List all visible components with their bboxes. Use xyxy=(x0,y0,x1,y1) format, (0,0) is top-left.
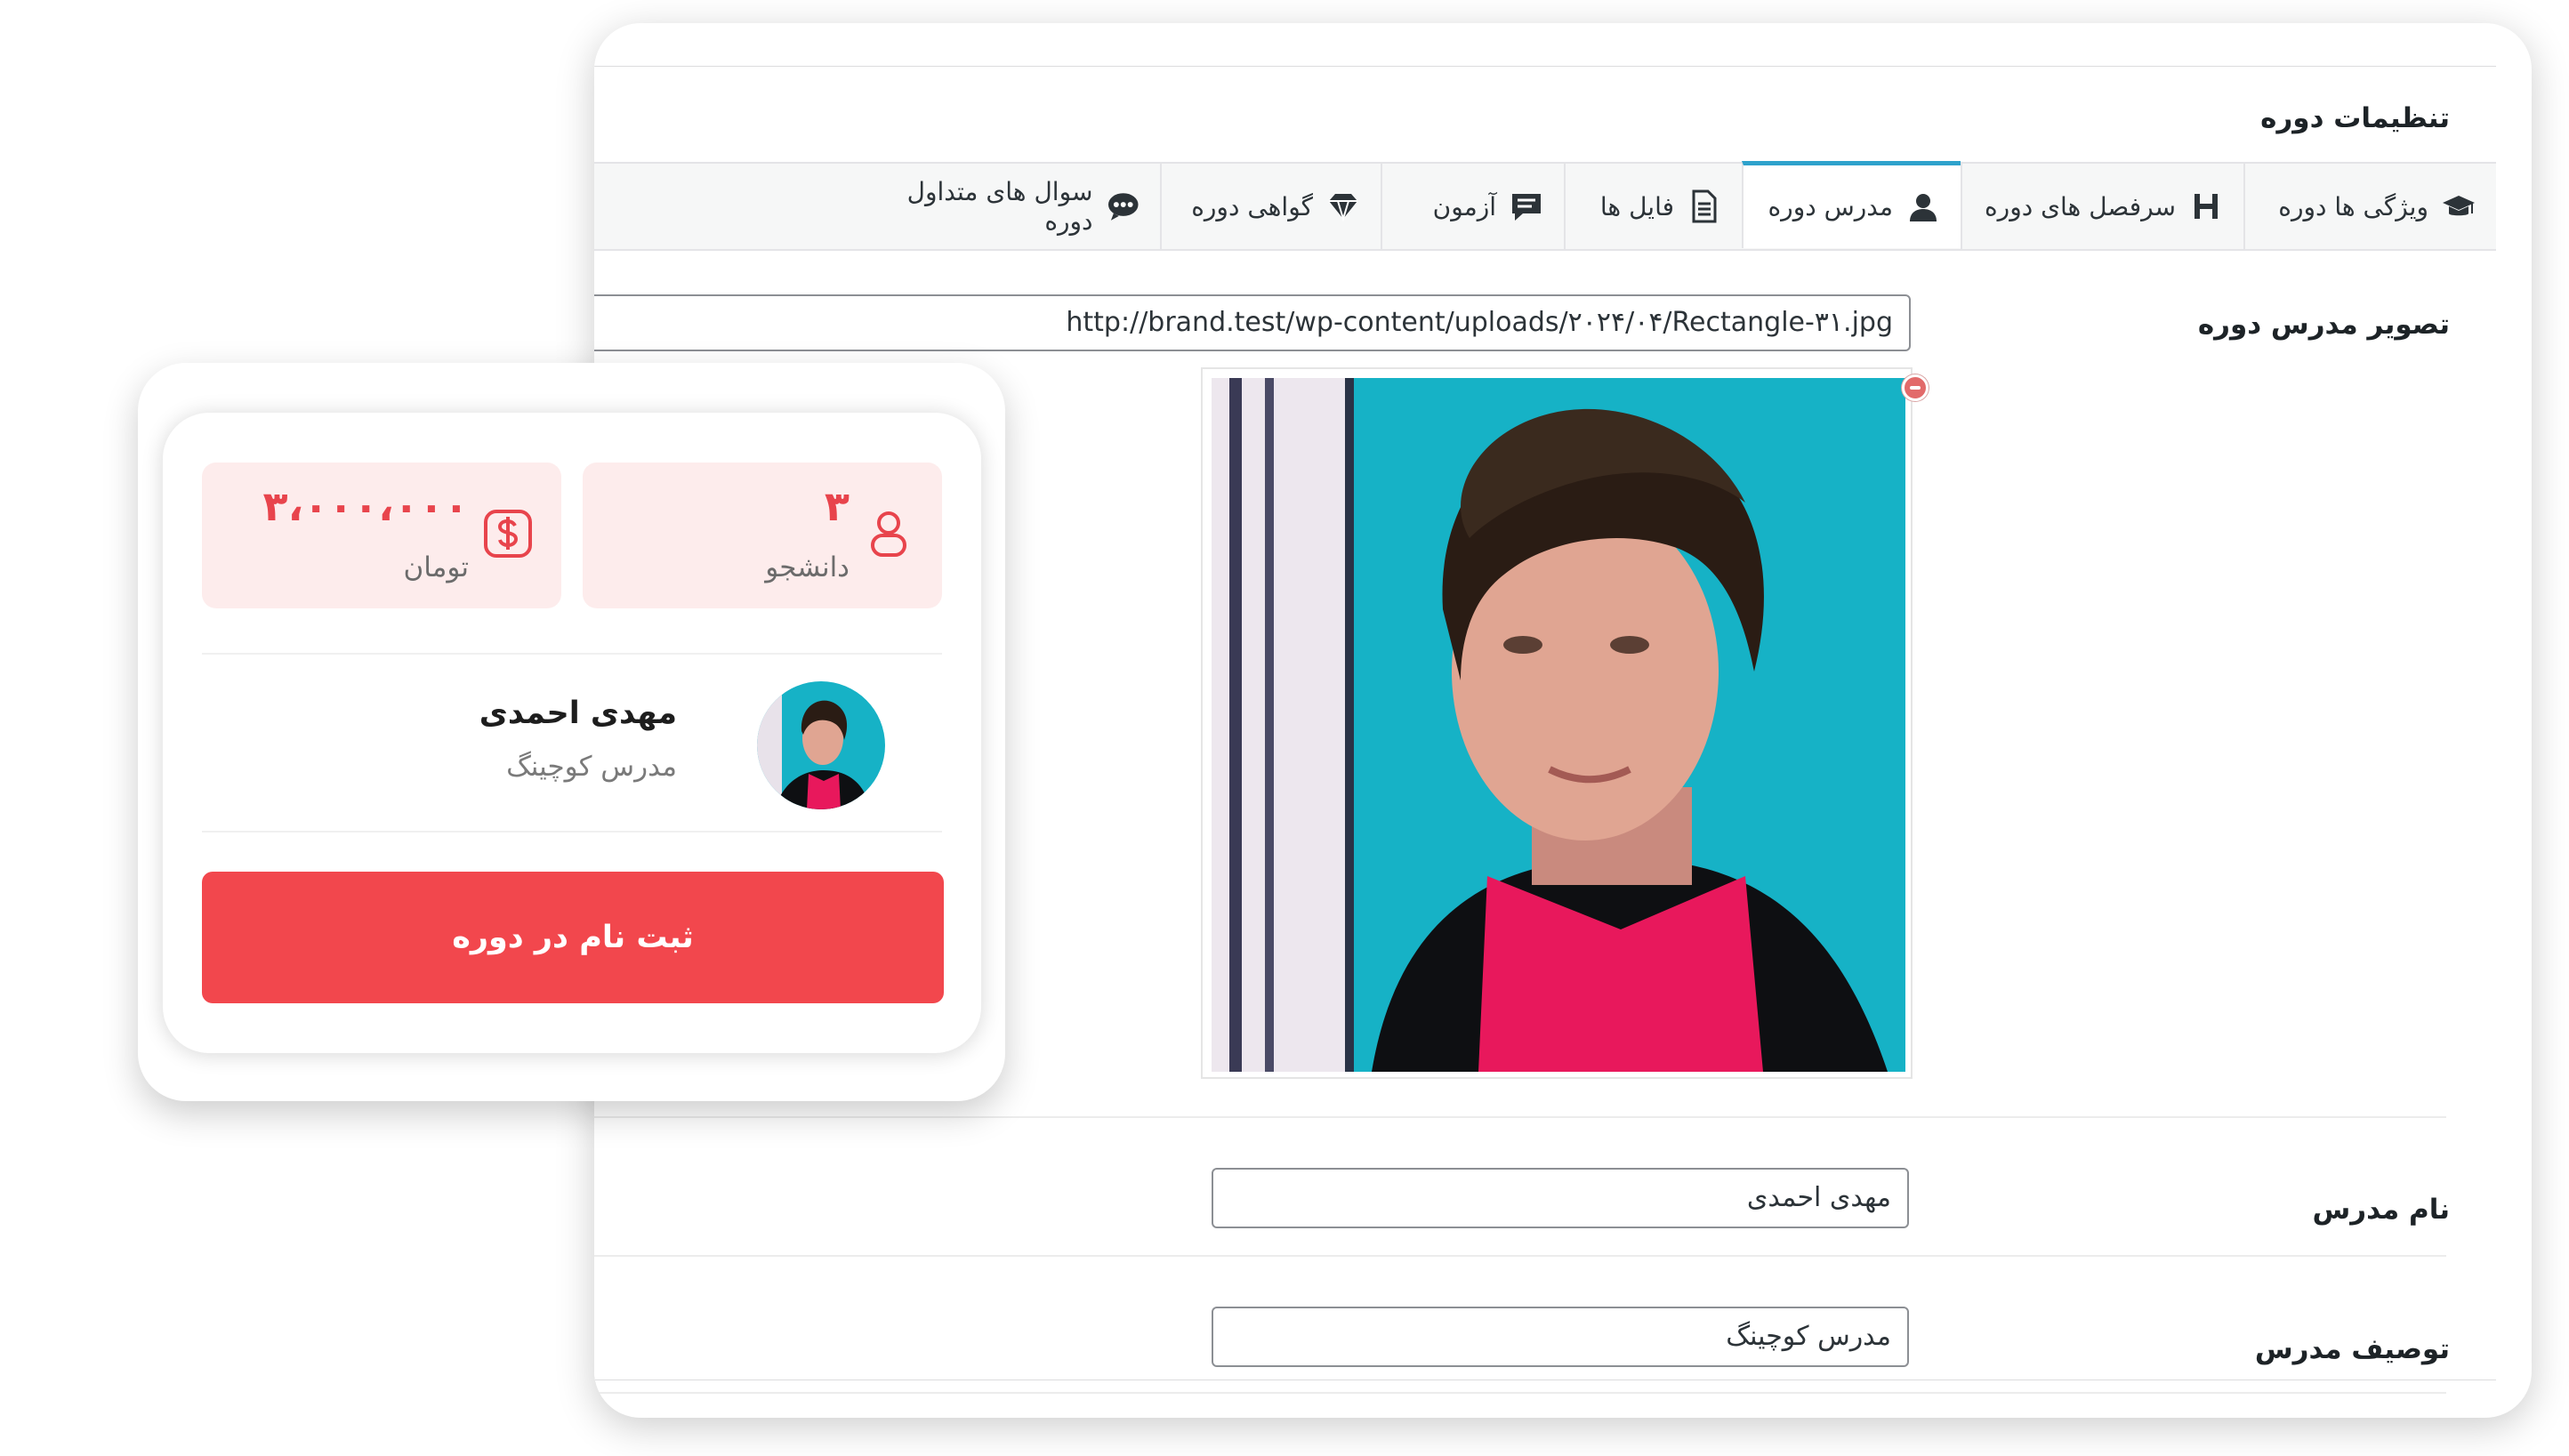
user-icon xyxy=(1910,193,1937,221)
row-divider xyxy=(594,1116,2446,1118)
dollar-icon xyxy=(484,510,532,558)
remove-image-button[interactable] xyxy=(1902,374,1929,401)
tab-label: سرفصل های دوره xyxy=(1985,191,2176,221)
tab-label: مدرس دوره xyxy=(1768,192,1893,221)
row-divider xyxy=(594,1392,2446,1394)
row-divider xyxy=(594,1255,2446,1257)
tab-exam[interactable]: آزمون xyxy=(1381,164,1564,249)
price-value: ۳،۰۰۰،۰۰۰ xyxy=(262,482,469,530)
instructor-photo-preview xyxy=(1201,367,1913,1079)
graduation-cap-icon xyxy=(2443,196,2475,216)
tab-label: آزمون xyxy=(1432,191,1496,221)
person-icon xyxy=(871,511,906,557)
instructor-name: مهدی احمدی xyxy=(479,696,677,731)
panel-title: تنظیمات دوره xyxy=(2260,102,2450,134)
tab-files[interactable]: فایل ها xyxy=(1564,164,1742,249)
tab-label: فایل ها xyxy=(1599,191,1674,221)
chat-bubbles-icon xyxy=(1107,193,1139,221)
tab-certificate[interactable]: گواهی دوره xyxy=(1160,164,1381,249)
price-stat: ۳،۰۰۰،۰۰۰ تومان xyxy=(202,463,561,608)
tab-faq[interactable]: سوال های متداول دوره xyxy=(834,164,1160,249)
currency-label: تومان xyxy=(403,551,469,583)
comment-icon xyxy=(1512,194,1541,221)
instructor-description-label: توصیف مدرس xyxy=(2254,1333,2450,1365)
tab-course-syllabus[interactable]: سرفصل های دوره xyxy=(1961,164,2243,249)
instructor-role: مدرس کوچینگ xyxy=(506,751,677,783)
diamond-icon xyxy=(1329,194,1357,222)
tab-label: گواهی دوره xyxy=(1191,191,1313,221)
tab-bar: ویژگی ها دوره سرفصل های دوره مدرس دوره ف… xyxy=(594,161,2496,251)
heading-icon xyxy=(2195,194,2218,219)
tab-course-features[interactable]: ویژگی ها دوره xyxy=(2243,164,2496,249)
tab-course-instructor[interactable]: مدرس دوره xyxy=(1742,161,1961,248)
students-label: دانشجو xyxy=(765,551,850,583)
instructor-image-label: تصویر مدرس دوره xyxy=(2197,309,2450,341)
card-divider xyxy=(202,831,942,833)
tab-label: ویژگی ها دوره xyxy=(2278,191,2428,221)
instructor-description-input[interactable]: مدرس کوچینگ xyxy=(1212,1307,1909,1367)
students-count: ۳ xyxy=(824,482,850,530)
image-url-field[interactable]: http://brand.test/wp-content/uploads/۲۰۲… xyxy=(594,294,1911,351)
instructor-name-label: نام مدرس xyxy=(2312,1194,2450,1226)
course-card: ۳ دانشجو ۳،۰۰۰،۰۰۰ تومان مهدی احمدی مدرس… xyxy=(138,363,1005,1101)
instructor-photo xyxy=(1212,378,1905,1072)
tab-label: سوال های متداول دوره xyxy=(906,177,1093,236)
document-icon xyxy=(1692,189,1717,223)
instructor-avatar xyxy=(757,681,885,809)
students-stat: ۳ دانشجو xyxy=(583,463,942,608)
instructor-name-input[interactable]: مهدی احمدی xyxy=(1212,1168,1909,1228)
enroll-button[interactable]: ثبت نام در دوره xyxy=(202,872,944,1003)
card-divider xyxy=(202,653,942,655)
course-card-inner: ۳ دانشجو ۳،۰۰۰،۰۰۰ تومان مهدی احمدی مدرس… xyxy=(163,413,981,1053)
